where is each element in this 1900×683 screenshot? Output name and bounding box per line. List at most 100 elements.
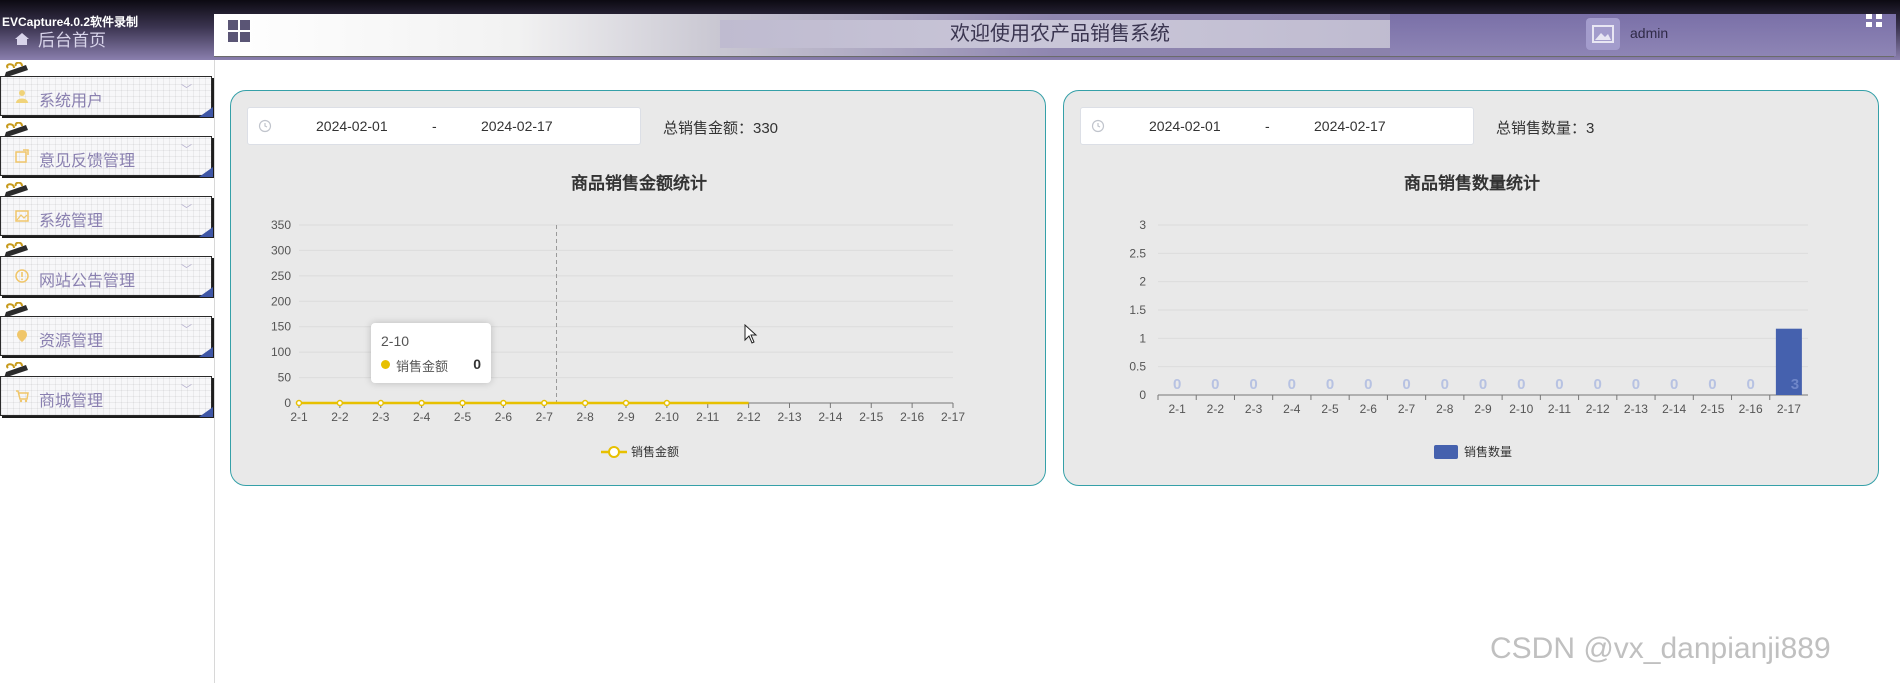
sidebar-item-shop[interactable]: 商城管理 ﹀ bbox=[0, 376, 213, 417]
sales-amount-line-chart[interactable]: 0 50 100 150 200 250 300 350 2-1 2-2 2-3 2-4 2-5 2-6 2… bbox=[231, 91, 1047, 487]
sidebar-item-feedback[interactable]: 意见反馈管理 ﹀ bbox=[0, 136, 213, 177]
chevron-down-icon: ﹀ bbox=[181, 204, 192, 216]
data-label: 0 bbox=[1555, 376, 1563, 393]
x-tick-label: 2-2 bbox=[1207, 402, 1225, 416]
location-icon bbox=[17, 330, 27, 342]
corner-decoration bbox=[199, 407, 213, 417]
corner-decoration bbox=[199, 287, 213, 297]
data-point bbox=[581, 399, 589, 407]
legend-marker bbox=[1434, 445, 1458, 459]
y-tick-label: 50 bbox=[278, 371, 292, 385]
sidebar: 系统用户 ﹀ 意见反馈管理 ﹀ 系统管理 ﹀ 网站公告管理 ﹀ 资源管理 ﹀ 商… bbox=[0, 60, 215, 683]
tooltip-value: 0 bbox=[473, 356, 481, 372]
y-tick-label: 250 bbox=[271, 269, 291, 283]
sales-quantity-bar-chart[interactable]: 00.511.522.532-102-202-302-402-502-602-7… bbox=[1064, 91, 1880, 487]
x-tick-label: 2-10 bbox=[655, 410, 679, 424]
x-tick-label: 2-7 bbox=[536, 410, 554, 424]
data-label: 0 bbox=[1364, 376, 1372, 393]
sidebar-item-label: 资源管理 bbox=[39, 333, 104, 350]
y-tick-label: 0.5 bbox=[1129, 360, 1146, 374]
legend-label: 销售数量 bbox=[1464, 444, 1512, 459]
data-point bbox=[541, 399, 548, 407]
data-label: 0 bbox=[1211, 376, 1219, 393]
sidebar-item-label: 系统用户 bbox=[39, 93, 104, 110]
x-tick-label: 2-12 bbox=[1586, 402, 1610, 416]
sidebar-item-announcements[interactable]: 网站公告管理 ﹀ bbox=[0, 256, 213, 297]
data-point bbox=[459, 399, 466, 407]
sales-quantity-panel: 2024-02-01 - 2024-02-17 总销售数量：3 商品销售数量统计… bbox=[1063, 90, 1879, 486]
data-point bbox=[500, 399, 507, 407]
x-tick-label: 2-15 bbox=[859, 410, 883, 424]
x-tick-label: 2-9 bbox=[617, 410, 635, 424]
x-tick-label: 2-12 bbox=[737, 410, 761, 424]
x-tick-label: 2-14 bbox=[818, 410, 842, 424]
x-tick-label: 2-17 bbox=[941, 410, 965, 424]
data-label: 0 bbox=[1441, 376, 1449, 393]
sidebar-item-label: 商城管理 bbox=[39, 393, 104, 410]
user-icon bbox=[16, 90, 28, 103]
x-tick-label: 2-17 bbox=[1777, 402, 1801, 416]
legend-label: 销售金额 bbox=[631, 444, 679, 459]
menu-grid-icon[interactable] bbox=[228, 20, 250, 42]
x-tick-label: 2-11 bbox=[1548, 402, 1571, 416]
data-point bbox=[663, 399, 671, 407]
sidebar-item-system-users[interactable]: 系统用户 ﹀ bbox=[0, 76, 213, 117]
data-point bbox=[418, 399, 425, 407]
y-tick-label: 350 bbox=[271, 218, 291, 232]
x-tick-label: 2-15 bbox=[1700, 402, 1724, 416]
data-point bbox=[377, 399, 384, 407]
sidebar-item-label: 网站公告管理 bbox=[39, 273, 136, 290]
data-label: 0 bbox=[1632, 376, 1640, 393]
x-tick-label: 2-7 bbox=[1398, 402, 1416, 416]
y-tick-label: 2.5 bbox=[1129, 246, 1146, 260]
sidebar-item-resources[interactable]: 资源管理 ﹀ bbox=[0, 316, 213, 357]
data-label: 0 bbox=[1517, 376, 1525, 393]
chart-tooltip: 2-10 销售金额 0 bbox=[371, 323, 491, 383]
data-label: 0 bbox=[1479, 376, 1487, 393]
x-tick-label: 2-6 bbox=[1360, 402, 1378, 416]
legend-marker bbox=[608, 446, 620, 458]
data-label: 0 bbox=[1173, 376, 1181, 393]
info-icon bbox=[15, 269, 29, 283]
tooltip-series-name: 销售金额 bbox=[396, 359, 449, 374]
username[interactable]: admin bbox=[1630, 25, 1668, 41]
sidebar-item-label: 意见反馈管理 bbox=[39, 153, 136, 170]
data-point bbox=[336, 399, 344, 407]
x-tick-label: 2-6 bbox=[495, 410, 513, 424]
data-label: 0 bbox=[1402, 376, 1410, 393]
sidebar-item-label: 系统管理 bbox=[39, 213, 104, 230]
x-tick-label: 2-9 bbox=[1474, 402, 1492, 416]
data-label: 0 bbox=[1326, 376, 1334, 393]
x-tick-label: 2-3 bbox=[1245, 402, 1263, 416]
x-tick-label: 2-8 bbox=[576, 410, 594, 424]
feedback-icon bbox=[15, 149, 29, 163]
data-label: 0 bbox=[1708, 376, 1716, 393]
y-tick-label: 200 bbox=[271, 294, 291, 308]
sidebar-item-system-management[interactable]: 系统管理 ﹀ bbox=[0, 196, 213, 237]
x-tick-label: 2-1 bbox=[1168, 402, 1186, 416]
avatar[interactable] bbox=[1586, 18, 1620, 50]
y-tick-label: 1 bbox=[1139, 331, 1146, 345]
x-tick-label: 2-14 bbox=[1662, 402, 1686, 416]
x-tick-label: 2-16 bbox=[1739, 402, 1763, 416]
x-tick-label: 2-2 bbox=[331, 410, 349, 424]
cart-icon bbox=[16, 390, 29, 403]
y-tick-label: 300 bbox=[271, 243, 291, 257]
data-point bbox=[622, 399, 630, 407]
corner-decoration bbox=[199, 227, 213, 237]
y-tick-label: 150 bbox=[271, 320, 291, 334]
x-tick-label: 2-5 bbox=[1321, 402, 1339, 416]
data-label: 3 bbox=[1791, 376, 1799, 393]
image-icon bbox=[1592, 25, 1614, 43]
data-label: 0 bbox=[1594, 376, 1602, 393]
x-tick-label: 2-1 bbox=[290, 410, 308, 424]
chevron-down-icon: ﹀ bbox=[181, 384, 192, 396]
home-icon bbox=[15, 32, 29, 45]
y-tick-label: 0 bbox=[1139, 388, 1146, 402]
y-tick-label: 100 bbox=[271, 345, 291, 359]
fullscreen-icon[interactable] bbox=[1864, 12, 1884, 30]
series-dot bbox=[381, 360, 390, 369]
corner-decoration bbox=[199, 167, 213, 177]
tooltip-title: 2-10 bbox=[381, 333, 410, 349]
x-tick-label: 2-13 bbox=[1624, 402, 1648, 416]
